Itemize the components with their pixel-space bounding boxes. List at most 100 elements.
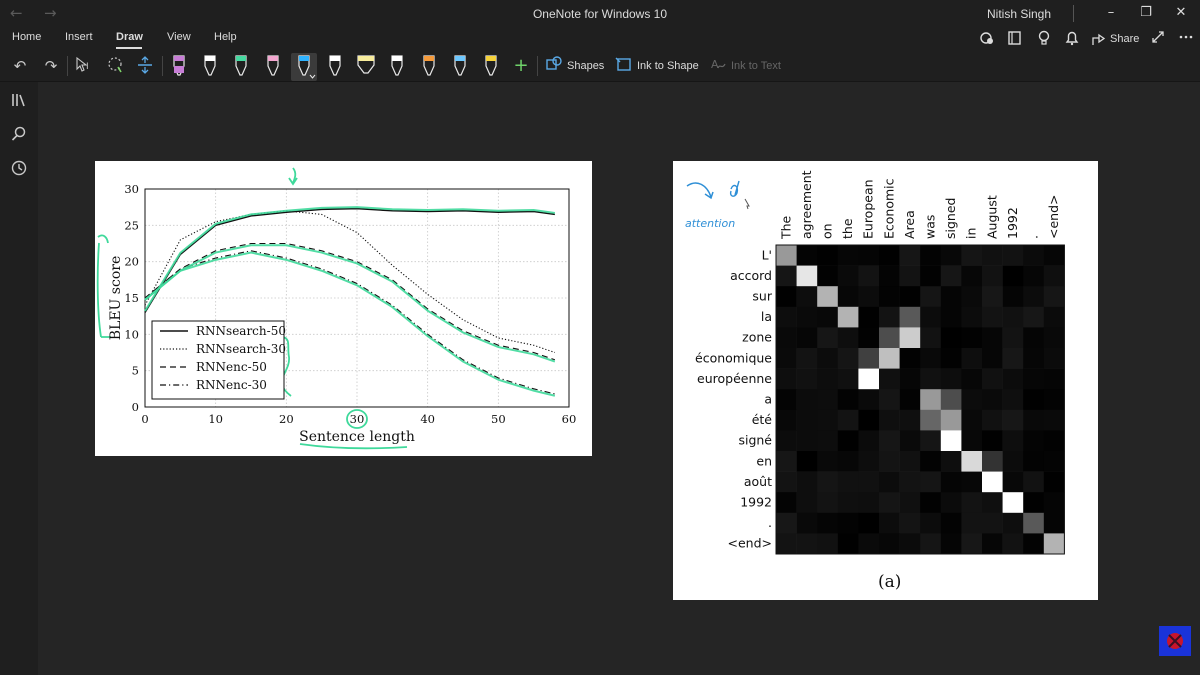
source-word-label: August — [984, 195, 999, 239]
heatmap-cell — [1002, 327, 1024, 349]
heatmap-cell — [1002, 430, 1024, 452]
menu-draw[interactable]: Draw — [116, 31, 143, 43]
heatmap-cell — [1002, 451, 1024, 472]
heatmap-cell — [1043, 471, 1065, 493]
heatmap-cell — [817, 348, 839, 369]
pen-8-icon[interactable] — [384, 53, 410, 81]
heatmap-cell — [940, 348, 962, 369]
heatmap-cell — [1043, 368, 1065, 390]
fullscreen-icon[interactable] — [1150, 29, 1166, 49]
heatmap-cell — [982, 348, 1003, 369]
bell-icon[interactable] — [1063, 29, 1081, 49]
heatmap-cell — [920, 451, 942, 472]
heatmap-cell — [940, 389, 962, 411]
pen-3-icon[interactable] — [228, 53, 254, 81]
close-icon[interactable]: ✕ — [1167, 3, 1195, 23]
heatmap-cell — [879, 471, 900, 493]
type-select-icon[interactable]: I — [73, 55, 95, 77]
share-button[interactable]: Share — [1091, 29, 1139, 49]
heatmap-cell — [1023, 265, 1045, 287]
heatmap-cell — [858, 533, 880, 555]
heatmap-cell — [940, 471, 962, 493]
heatmap-cell — [858, 286, 880, 308]
pen-6-icon[interactable] — [322, 53, 348, 81]
heatmap-cell — [879, 368, 900, 390]
menu-view[interactable]: View — [167, 31, 191, 43]
menu-help[interactable]: Help — [214, 31, 237, 43]
handwritten-annotation: attention — [685, 217, 735, 230]
y-tick-label: 25 — [124, 218, 139, 232]
heatmap-cell — [1002, 409, 1024, 431]
heatmap-cell — [899, 389, 921, 411]
menu-home[interactable]: Home — [12, 31, 41, 43]
undo-icon[interactable]: ↶ — [9, 55, 31, 77]
channel-logo-icon — [1159, 626, 1191, 656]
heatmap-cell — [1023, 492, 1045, 514]
sync-icon[interactable] — [978, 29, 996, 49]
shapes-icon[interactable] — [543, 55, 565, 77]
search-icon[interactable] — [9, 125, 29, 145]
heatmap-cell — [1023, 430, 1045, 452]
target-word-label: été — [752, 412, 773, 427]
pen-7-icon[interactable] — [353, 53, 379, 81]
heatmap-cell — [982, 389, 1003, 411]
svg-text:I: I — [86, 62, 89, 72]
restore-icon[interactable]: ❐ — [1132, 3, 1160, 23]
ribbon-divider — [537, 56, 538, 76]
source-word-label: agreement — [799, 170, 814, 239]
heatmap-cell — [776, 306, 797, 328]
ink-to-text-button[interactable]: Ink to Text — [731, 60, 781, 72]
heatmap-cell — [1043, 492, 1065, 514]
heatmap-cell — [776, 286, 797, 308]
draw-ribbon: ↶ ↷ I + Shapes Ink to Shape A Ink to Tex… — [0, 50, 1200, 82]
source-word-label: was — [923, 215, 938, 239]
heatmap-cell — [817, 471, 839, 493]
heatmap-cell — [776, 492, 797, 514]
attention-matrix-image[interactable]: The agreement on the European Economic Area was… — [673, 161, 1098, 600]
heatmap-cell — [817, 306, 839, 328]
ink-to-shape-icon[interactable] — [613, 55, 635, 77]
redo-icon[interactable]: ↷ — [40, 55, 62, 77]
heatmap-cell — [982, 512, 1003, 534]
pen-11-icon[interactable] — [478, 53, 504, 81]
lasso-select-icon[interactable] — [104, 55, 126, 77]
target-word-label: européenne — [697, 371, 772, 386]
minimize-icon[interactable]: – — [1097, 3, 1125, 23]
menu-insert[interactable]: Insert — [65, 31, 93, 43]
pen-5-icon[interactable] — [290, 53, 317, 81]
heatmap-cell — [837, 492, 859, 514]
ink-to-text-icon[interactable]: A — [707, 55, 729, 77]
pen-2-icon[interactable] — [197, 53, 223, 81]
add-space-icon[interactable] — [134, 55, 156, 77]
heatmap-cell — [940, 286, 962, 308]
bleu-chart-image[interactable]: RNNsearch-50 RNNsearch-30 RNNenc-50 RNNenc-… — [95, 161, 592, 456]
pen-10-icon[interactable] — [447, 53, 473, 81]
heatmap-cell — [858, 306, 880, 328]
heatmap-cell — [920, 389, 942, 411]
heatmap-cell — [1002, 471, 1024, 493]
heatmap-cell — [817, 286, 839, 308]
svg-text:A: A — [711, 58, 719, 71]
lightbulb-icon[interactable] — [1035, 29, 1053, 49]
notebook-icon[interactable] — [1006, 29, 1024, 49]
user-name[interactable]: Nitish Singh — [987, 7, 1051, 21]
ink-to-shape-button[interactable]: Ink to Shape — [637, 60, 699, 72]
pen-1-icon[interactable] — [166, 53, 192, 81]
heatmap-cell — [1043, 306, 1065, 328]
heatmap-cell — [837, 348, 859, 369]
heatmap-cell — [858, 327, 880, 349]
heatmap-cell — [961, 368, 983, 390]
add-pen-button[interactable]: + — [510, 55, 532, 77]
heatmap-cell — [982, 286, 1003, 308]
more-options-icon[interactable] — [1178, 29, 1194, 49]
pen-4-icon[interactable] — [260, 53, 286, 81]
y-tick-label: 5 — [132, 364, 139, 378]
recent-clock-icon[interactable] — [9, 159, 29, 179]
pen-9-icon[interactable] — [416, 53, 442, 81]
notebooks-icon[interactable] — [9, 91, 29, 111]
heatmap-cell — [940, 492, 962, 514]
heatmap-cell — [920, 245, 942, 266]
heatmap-cell — [961, 409, 983, 431]
shapes-button[interactable]: Shapes — [567, 60, 604, 72]
y-tick-label: 10 — [124, 327, 139, 341]
